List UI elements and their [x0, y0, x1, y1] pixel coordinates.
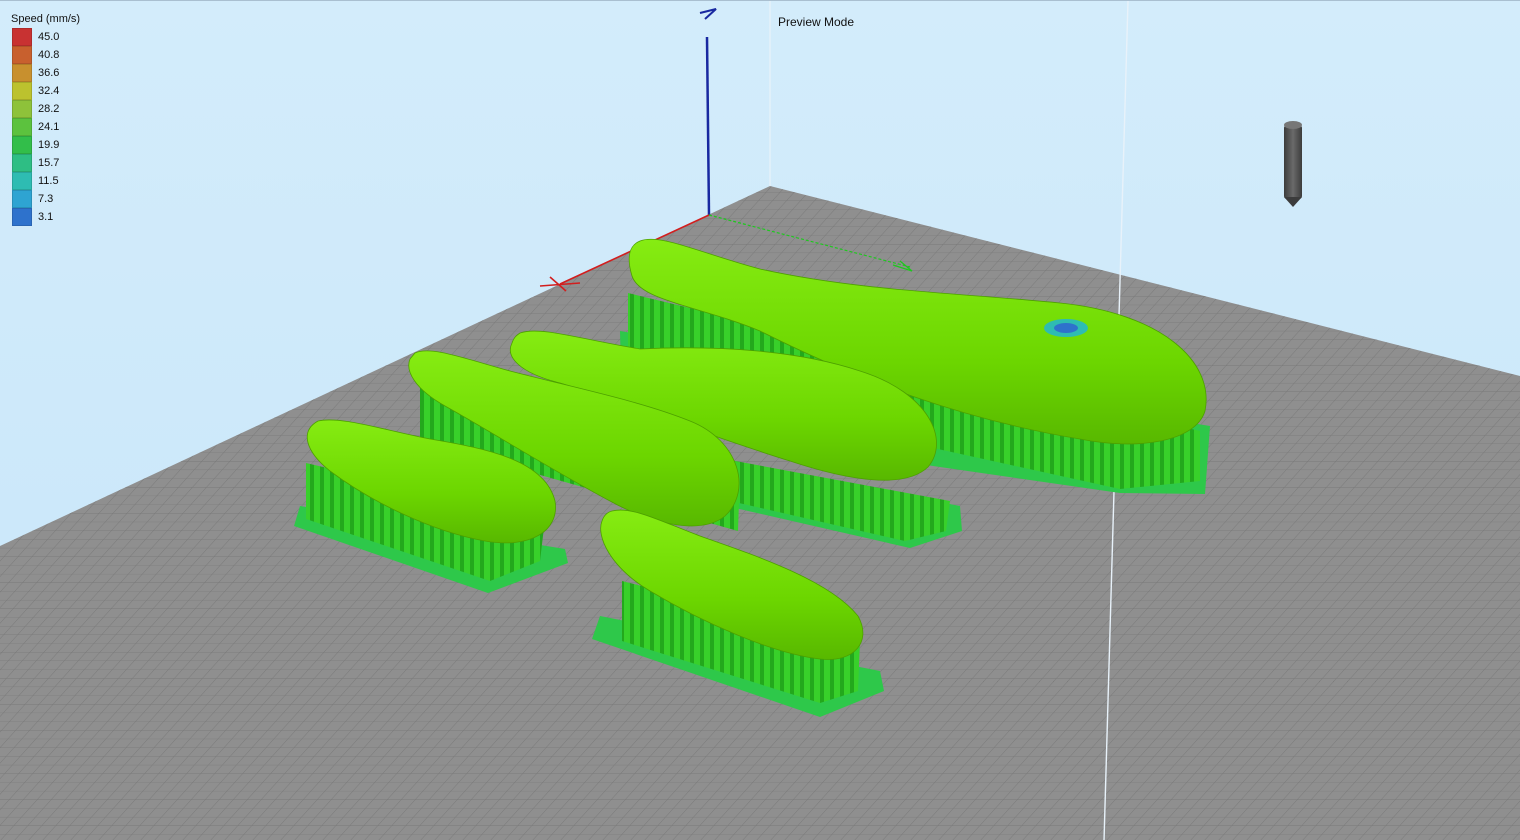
legend-value: 32.4: [38, 85, 60, 97]
legend-value: 28.2: [38, 103, 60, 115]
legend-swatch: [12, 64, 32, 82]
legend-value: 40.8: [38, 49, 60, 61]
legend-value: 3.1: [38, 211, 54, 223]
legend-swatch: [12, 154, 32, 172]
legend-value: 7.3: [38, 193, 54, 205]
legend-entry: 40.8: [6, 46, 80, 64]
legend-title: Speed (mm/s): [11, 13, 81, 25]
legend-entry: 24.1: [6, 118, 80, 136]
legend-swatch: [12, 136, 32, 154]
legend-value: 24.1: [38, 121, 60, 133]
legend-entry: 11.5: [6, 172, 80, 190]
printer-nozzle: [1284, 121, 1302, 207]
legend-swatch: [12, 172, 32, 190]
speed-hotspot: [1054, 323, 1078, 333]
legend-swatch: [12, 118, 32, 136]
legend-swatch: [12, 208, 32, 226]
legend-value: 11.5: [38, 175, 59, 187]
legend-value: 19.9: [38, 139, 60, 151]
legend-swatch: [12, 100, 32, 118]
axis-z-arrow: [699, 8, 717, 20]
legend-entry: 36.6: [6, 64, 80, 82]
legend-entry: 45.0: [6, 28, 80, 46]
legend-entry: 19.9: [6, 136, 80, 154]
legend-swatch: [12, 28, 32, 46]
legend-value: 15.7: [38, 157, 60, 169]
legend-swatch: [12, 82, 32, 100]
legend-entry: 7.3: [6, 190, 80, 208]
3d-viewport[interactable]: Speed (mm/s) 45.0 40.8 36.6 32.4 28.2 24.1 19.…: [0, 0, 1520, 840]
preview-mode-label: Preview Mode: [778, 15, 855, 29]
legend-value: 45.0: [38, 31, 60, 43]
legend-swatch: [12, 46, 32, 64]
build-plate-scene[interactable]: [0, 1, 1520, 840]
axis-z-line: [705, 36, 711, 216]
legend-swatch: [12, 190, 32, 208]
legend-entry: 3.1: [6, 208, 80, 226]
legend-entry: 15.7: [6, 154, 80, 172]
legend-value: 36.6: [38, 67, 60, 79]
legend-entry: 32.4: [6, 82, 80, 100]
legend-entry: 28.2: [6, 100, 80, 118]
speed-legend: Speed (mm/s) 45.0 40.8 36.6 32.4 28.2 24.1 19.…: [6, 13, 80, 226]
